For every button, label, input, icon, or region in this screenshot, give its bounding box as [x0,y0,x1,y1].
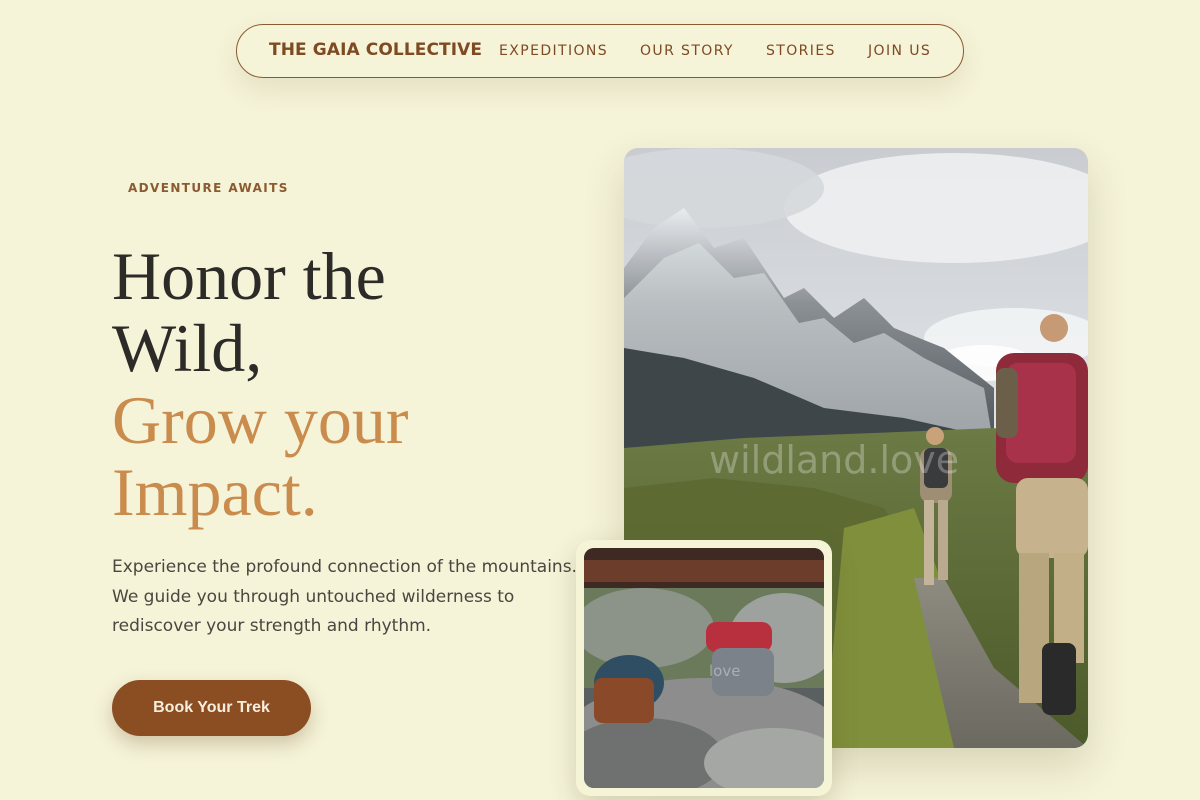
nav-link-expeditions[interactable]: EXPEDITIONS [499,43,608,59]
main-photo-watermark: wildland.love [709,438,959,482]
book-trek-button[interactable]: Book Your Trek [112,680,311,736]
nav-link-stories[interactable]: STORIES [766,43,836,59]
headline-line-3: Grow your [112,382,409,458]
secondary-photo-backpacks: love [584,548,824,788]
hero-headline: Honor the Wild, Grow your Impact. [112,240,582,528]
secondary-photo-frame: love [576,540,832,796]
nav-link-our-story[interactable]: OUR STORY [640,43,734,59]
hero-description: Experience the profound connection of th… [112,557,577,636]
nav-link-join-us[interactable]: JOIN US [868,43,931,59]
small-photo-watermark: love [709,662,740,680]
headline-line-1: Honor the [112,238,386,314]
top-navigation: THE GAIA COLLECTIVE EXPEDITIONS OUR STOR… [236,24,964,78]
hero-eyebrow: ADVENTURE AWAITS [128,181,289,195]
headline-line-2: Wild, [112,310,263,386]
headline-line-4: Impact. [112,454,318,530]
backpacks-illustration: love [584,548,824,788]
brand-logo[interactable]: THE GAIA COLLECTIVE [269,40,482,60]
